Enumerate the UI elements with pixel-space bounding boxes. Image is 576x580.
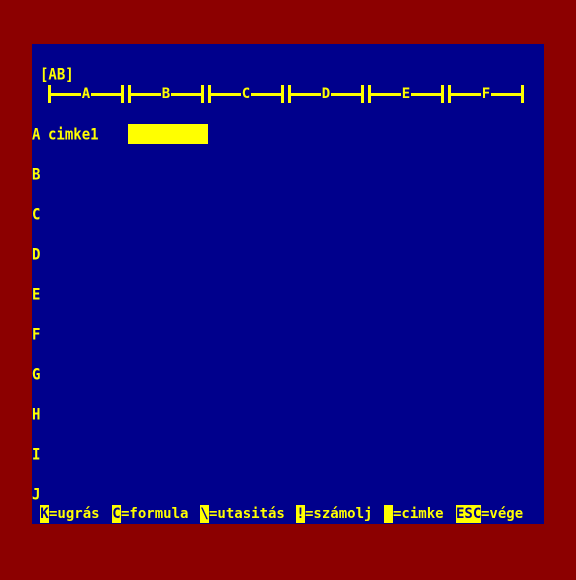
- command-label: =formula: [121, 506, 189, 522]
- row-label-a[interactable]: A: [32, 126, 40, 144]
- key-label[interactable]: [384, 505, 393, 523]
- spreadsheet-screen: [AB] A B C D E F A B C D E F G H I J cim…: [32, 44, 544, 524]
- cell-a1[interactable]: cimke1: [48, 126, 99, 144]
- column-header-e[interactable]: E: [368, 85, 444, 103]
- column-header-f[interactable]: F: [448, 85, 524, 103]
- key-c[interactable]: C: [112, 505, 121, 523]
- column-label: B: [160, 86, 172, 102]
- column-label: E: [400, 86, 412, 102]
- command-label: =vége: [481, 506, 524, 522]
- row-label-g[interactable]: G: [32, 366, 40, 384]
- cell-reference: [AB]: [40, 66, 74, 84]
- column-header-a[interactable]: A: [48, 85, 124, 103]
- column-header-c[interactable]: C: [208, 85, 284, 103]
- column-header-b[interactable]: B: [128, 85, 204, 103]
- key-exclamation[interactable]: !: [296, 505, 305, 523]
- column-label: A: [80, 86, 92, 102]
- key-esc[interactable]: ESC: [456, 505, 481, 523]
- row-label-d[interactable]: D: [32, 246, 40, 264]
- column-label: C: [240, 86, 252, 102]
- cell-cursor[interactable]: [128, 124, 208, 144]
- row-label-j[interactable]: J: [32, 486, 40, 504]
- command-label: =ugrás: [49, 506, 100, 522]
- command-label: =számolj: [305, 506, 373, 522]
- command-label: =cimke: [393, 506, 444, 522]
- column-label: F: [480, 86, 492, 102]
- column-label: D: [320, 86, 332, 102]
- row-label-e[interactable]: E: [32, 286, 40, 304]
- column-header-d[interactable]: D: [288, 85, 364, 103]
- status-bar: K =ugrás C =formula \ =utasitás ! =számo…: [40, 504, 544, 524]
- row-label-i[interactable]: I: [32, 446, 40, 464]
- row-label-f[interactable]: F: [32, 326, 40, 344]
- row-label-h[interactable]: H: [32, 406, 40, 424]
- row-label-c[interactable]: C: [32, 206, 40, 224]
- key-k[interactable]: K: [40, 505, 49, 523]
- command-label: =utasitás: [209, 506, 285, 522]
- key-backslash[interactable]: \: [200, 505, 209, 523]
- row-label-b[interactable]: B: [32, 166, 40, 184]
